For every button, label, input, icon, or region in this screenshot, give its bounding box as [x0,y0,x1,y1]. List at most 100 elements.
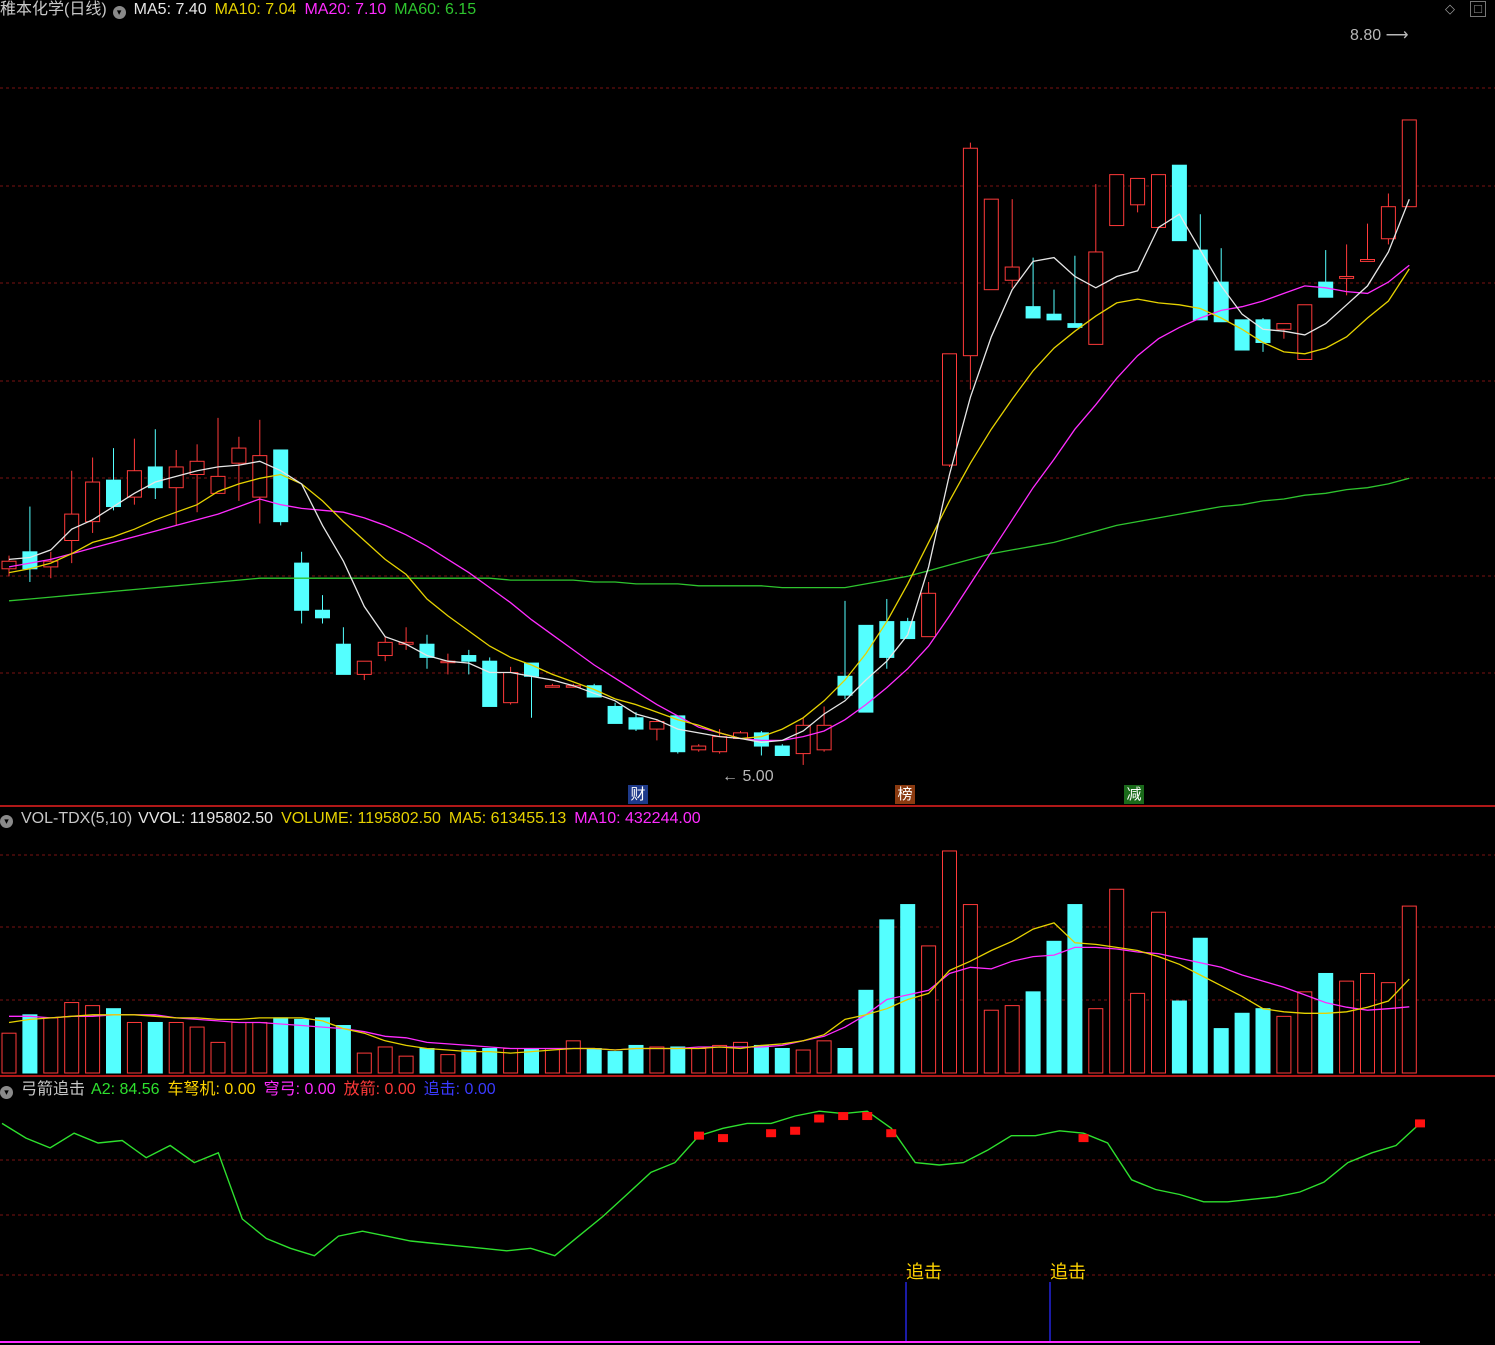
volume-bar [1360,972,1375,1074]
candle-body [1401,119,1417,208]
candle-body [210,475,226,494]
volume-bar [942,850,957,1074]
volume-bar [294,1018,310,1074]
candle-body [858,624,874,713]
event-marker-bang[interactable]: 榜 [895,785,915,804]
volume-header: ▾ VOL-TDX(5,10) VVOL: 1195802.50 VOLUME: 11… [0,809,709,829]
indicator-name: 弓箭追击 [21,1081,86,1098]
volume-bar [1130,992,1146,1074]
volume-bar [921,945,937,1074]
volume-bar [147,1021,163,1074]
qionggong-legend: 穹弓: 0.00 [263,1081,336,1098]
volume-bar [231,1021,247,1074]
settings-icon[interactable]: ▾ [112,6,126,19]
window-icon[interactable]: □ [1470,1,1486,17]
candle-body [106,479,121,508]
candle-body [1318,281,1334,298]
volume-bar [1213,1028,1229,1074]
candle-body [942,353,957,466]
indicator-lines: 追击 追击 [0,1110,1425,1343]
volume-bar [712,1044,728,1074]
a2-legend: A2: 84.56 [91,1081,160,1098]
candle-body [1234,319,1250,351]
candle-body [1109,174,1125,227]
candle-body [691,745,707,751]
candle-body [1046,313,1062,321]
candle-body [294,562,310,611]
volume-bar [670,1046,686,1074]
vol-ma5-legend: MA5: 613455.13 [448,810,567,827]
zhuiji-legend: 追击: 0.00 [423,1081,496,1098]
volume-bar [1339,980,1355,1074]
chenuji-legend: 车弩机: 0.00 [167,1081,256,1098]
volume-bar [106,1008,121,1074]
ind-settings-icon[interactable]: ▾ [0,1086,13,1099]
volume-bar [837,1048,853,1074]
volume-bar [649,1046,665,1074]
signal-dot [814,1114,825,1123]
candle-body [335,643,351,675]
signal-dot [790,1126,801,1135]
candle-body [1025,306,1041,319]
volume-bar [795,1049,811,1074]
chart-canvas[interactable]: 8.80 ⟶ ← 5.00 追击 追击 [0,0,1495,1345]
candle-body [85,481,101,523]
main-header: 稚本化学(日线) ▾ MA5: 7.40 MA10: 7.04 MA20: 7.10 MA… [0,0,484,20]
volume-bar [356,1052,372,1074]
stock-title: 稚本化学(日线) [0,1,107,18]
ma10-legend: MA10: 7.04 [214,1,297,18]
candle-body [1192,249,1208,321]
volume-bar [64,1002,80,1074]
volume-bar [1151,911,1166,1074]
volume-bar [1046,940,1062,1074]
volume-bar [335,1025,351,1074]
candle-body [607,705,623,724]
candles [1,119,1417,765]
volume-bar [22,1014,38,1074]
volume-bar [858,989,874,1074]
volume-bar [983,1009,999,1074]
volume-bar [628,1044,644,1074]
volume-bar [1004,1005,1020,1074]
candle-body [503,672,519,704]
vol-ma10-legend: MA10: 432244.00 [574,810,701,827]
volume-bar [398,1055,414,1074]
vvol-legend: VVOL: 1195802.50 [138,810,274,827]
signal-dot [862,1112,873,1121]
volume-bar [753,1044,769,1074]
candle-body [1151,174,1166,228]
diamond-icon[interactable]: ◇ [1442,1,1458,17]
zhuiji-signal-label: 追击 [906,1262,942,1283]
candle-body [1171,164,1187,242]
signal-dot [1078,1134,1089,1143]
candle-body [1380,206,1396,240]
ma10-line [8,268,1410,740]
vol-settings-icon[interactable]: ▾ [0,815,13,828]
event-marker-cai[interactable]: 财 [628,785,648,804]
volume-bar [565,1040,581,1074]
candle-body [649,721,665,730]
volume-bar [1255,1008,1271,1074]
candle-body [1067,323,1083,328]
event-marker-jian[interactable]: 减 [1124,785,1144,804]
signal-dot [693,1131,704,1140]
candle-body [900,621,916,640]
candle-body [628,717,644,730]
volume-bar [962,904,978,1074]
candle-body [231,447,247,464]
candle-body [1339,275,1355,279]
volume-bar [1318,972,1334,1074]
volume-bar [1025,991,1041,1074]
ma20-legend: MA20: 7.10 [304,1,387,18]
volume-bar [252,1021,268,1074]
volume-bar [900,904,916,1074]
candle-body [795,724,811,755]
volume-bar [1276,1015,1292,1074]
volume-bar [377,1046,393,1074]
volume-legend: VOLUME: 1195802.50 [281,810,441,827]
volume-bar [1401,905,1417,1074]
high-price-label: 8.80 ⟶ [1350,27,1409,44]
volume-bar [1067,904,1083,1074]
candle-body [983,198,999,291]
candle-body [482,660,498,707]
